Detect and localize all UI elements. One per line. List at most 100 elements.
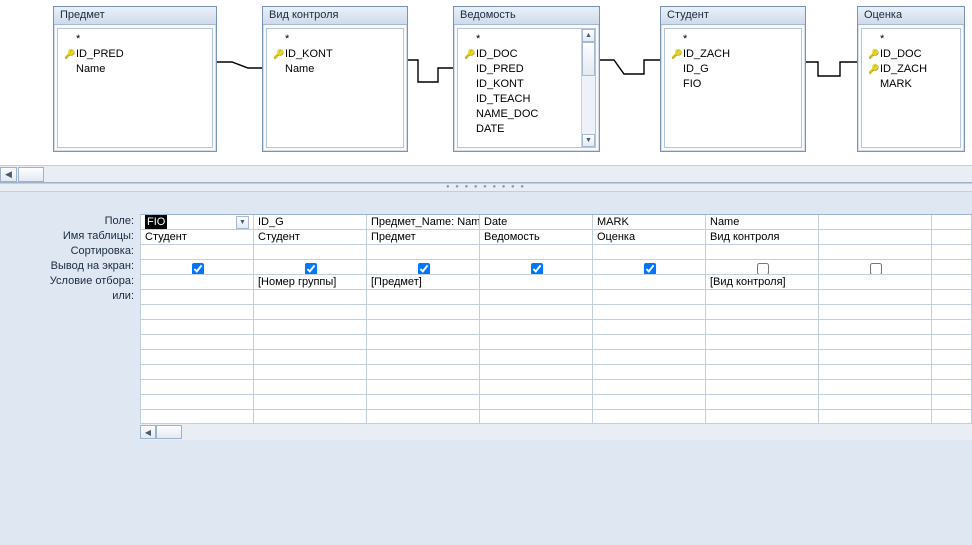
- qbe-cell[interactable]: [141, 380, 254, 395]
- qbe-cell-sort[interactable]: [480, 245, 593, 260]
- qbe-cell[interactable]: [593, 380, 706, 395]
- table-row[interactable]: Name: [269, 62, 401, 77]
- qbe-cell[interactable]: [254, 320, 367, 335]
- qbe-cell-sort[interactable]: [819, 245, 932, 260]
- qbe-cell[interactable]: [819, 320, 932, 335]
- qbe-cell-or[interactable]: [254, 290, 367, 305]
- qbe-cell[interactable]: [367, 410, 480, 425]
- qbe-cell-table[interactable]: Оценка: [593, 230, 706, 245]
- table-row[interactable]: DATE: [460, 122, 579, 137]
- chevron-down-icon[interactable]: ▼: [582, 134, 595, 147]
- qbe-cell[interactable]: [932, 395, 972, 410]
- table-predmet[interactable]: Предмет * ID_PRED Name: [53, 6, 217, 152]
- qbe-cell[interactable]: [254, 350, 367, 365]
- qbe-cell-or[interactable]: [932, 290, 972, 305]
- qbe-cell-or[interactable]: [819, 290, 932, 305]
- table-student[interactable]: Студент * ID_ZACH ID_G FIO: [660, 6, 806, 152]
- qbe-cell-show[interactable]: [367, 260, 480, 275]
- pane-splitter[interactable]: ● ● ● ● ● ● ● ● ●: [0, 183, 972, 192]
- qbe-cell[interactable]: [593, 350, 706, 365]
- table-row[interactable]: FIO: [667, 77, 799, 92]
- scrollbar-thumb[interactable]: [582, 42, 595, 76]
- qbe-cell-sort[interactable]: [706, 245, 819, 260]
- qbe-cell-field[interactable]: ID_G: [254, 215, 367, 230]
- qbe-cell[interactable]: [593, 305, 706, 320]
- qbe-cell-field[interactable]: FIO ▼: [141, 215, 254, 230]
- qbe-cell-or[interactable]: [593, 290, 706, 305]
- qbe-cell[interactable]: [706, 305, 819, 320]
- qbe-cell[interactable]: [819, 365, 932, 380]
- qbe-cell-table[interactable]: Ведомость: [480, 230, 593, 245]
- qbe-cell-field[interactable]: Name: [706, 215, 819, 230]
- table-row[interactable]: *: [864, 32, 958, 47]
- qbe-cell[interactable]: [819, 350, 932, 365]
- qbe-cell[interactable]: [480, 395, 593, 410]
- qbe-cell-or[interactable]: [480, 290, 593, 305]
- qbe-cell[interactable]: [819, 380, 932, 395]
- table-row[interactable]: ID_TEACH: [460, 92, 579, 107]
- qbe-cell-table[interactable]: Вид контроля: [706, 230, 819, 245]
- qbe-cell-show[interactable]: [480, 260, 593, 275]
- qbe-cell[interactable]: [480, 335, 593, 350]
- chevron-left-icon[interactable]: ◀: [0, 167, 17, 182]
- qbe-cell[interactable]: [819, 335, 932, 350]
- qbe-cell-criteria[interactable]: [819, 275, 932, 290]
- table-row[interactable]: *: [269, 32, 401, 47]
- table-row[interactable]: ID_ZACH: [667, 47, 799, 62]
- scrollbar-thumb[interactable]: [156, 425, 182, 439]
- table-row[interactable]: MARK: [864, 77, 958, 92]
- chevron-up-icon[interactable]: ▲: [582, 29, 595, 42]
- qbe-cell-field[interactable]: [819, 215, 932, 230]
- qbe-cell[interactable]: [367, 335, 480, 350]
- table-row[interactable]: ID_DOC: [864, 47, 958, 62]
- table-row[interactable]: *: [460, 32, 579, 47]
- qbe-cell-field[interactable]: [932, 215, 972, 230]
- qbe-cell[interactable]: [254, 410, 367, 425]
- scrollbar-horizontal[interactable]: ◀: [140, 424, 972, 440]
- qbe-cell[interactable]: [141, 320, 254, 335]
- qbe-cell[interactable]: [706, 365, 819, 380]
- qbe-cell[interactable]: [367, 395, 480, 410]
- table-vidkontrolya[interactable]: Вид контроля * ID_KONT Name: [262, 6, 408, 152]
- qbe-cell[interactable]: [480, 410, 593, 425]
- table-row[interactable]: ID_PRED: [60, 47, 210, 62]
- qbe-cell[interactable]: [706, 380, 819, 395]
- qbe-cell-table[interactable]: [819, 230, 932, 245]
- qbe-cell[interactable]: [480, 380, 593, 395]
- table-row[interactable]: NAME_DOC: [460, 107, 579, 122]
- qbe-cell-sort[interactable]: [932, 245, 972, 260]
- table-row[interactable]: Name: [60, 62, 210, 77]
- qbe-cell-or[interactable]: [141, 290, 254, 305]
- qbe-cell-field[interactable]: Предмет_Name: Nam: [367, 215, 480, 230]
- qbe-cell-sort[interactable]: [141, 245, 254, 260]
- qbe-cell-show[interactable]: [819, 260, 932, 275]
- table-ocenka[interactable]: Оценка * ID_DOC ID_ZACH MARK: [857, 6, 965, 152]
- qbe-grid[interactable]: Поле: FIO ▼ ID_G Предмет_Name: Nam Date …: [0, 192, 972, 545]
- qbe-cell-table[interactable]: Студент: [141, 230, 254, 245]
- qbe-cell-criteria[interactable]: [Вид контроля]: [706, 275, 819, 290]
- qbe-cell-criteria[interactable]: [932, 275, 972, 290]
- qbe-cell-table[interactable]: Студент: [254, 230, 367, 245]
- qbe-cell-sort[interactable]: [254, 245, 367, 260]
- table-row[interactable]: ID_DOC: [460, 47, 579, 62]
- qbe-cell[interactable]: [141, 350, 254, 365]
- qbe-cell-criteria[interactable]: [Предмет]: [367, 275, 480, 290]
- qbe-cell[interactable]: [480, 320, 593, 335]
- qbe-cell-table[interactable]: Предмет: [367, 230, 480, 245]
- qbe-cell[interactable]: [480, 365, 593, 380]
- qbe-cell[interactable]: [254, 365, 367, 380]
- scrollbar-vertical[interactable]: ▲ ▼: [581, 29, 595, 147]
- qbe-cell[interactable]: [593, 410, 706, 425]
- qbe-cell[interactable]: [141, 365, 254, 380]
- qbe-cell[interactable]: [932, 335, 972, 350]
- qbe-cell[interactable]: [593, 335, 706, 350]
- qbe-cell[interactable]: [141, 335, 254, 350]
- qbe-cell[interactable]: [367, 305, 480, 320]
- qbe-cell[interactable]: [819, 410, 932, 425]
- qbe-cell[interactable]: [706, 335, 819, 350]
- qbe-cell[interactable]: [254, 395, 367, 410]
- qbe-cell-show[interactable]: [593, 260, 706, 275]
- qbe-cell[interactable]: [706, 410, 819, 425]
- qbe-cell[interactable]: [706, 395, 819, 410]
- table-row[interactable]: ID_KONT: [269, 47, 401, 62]
